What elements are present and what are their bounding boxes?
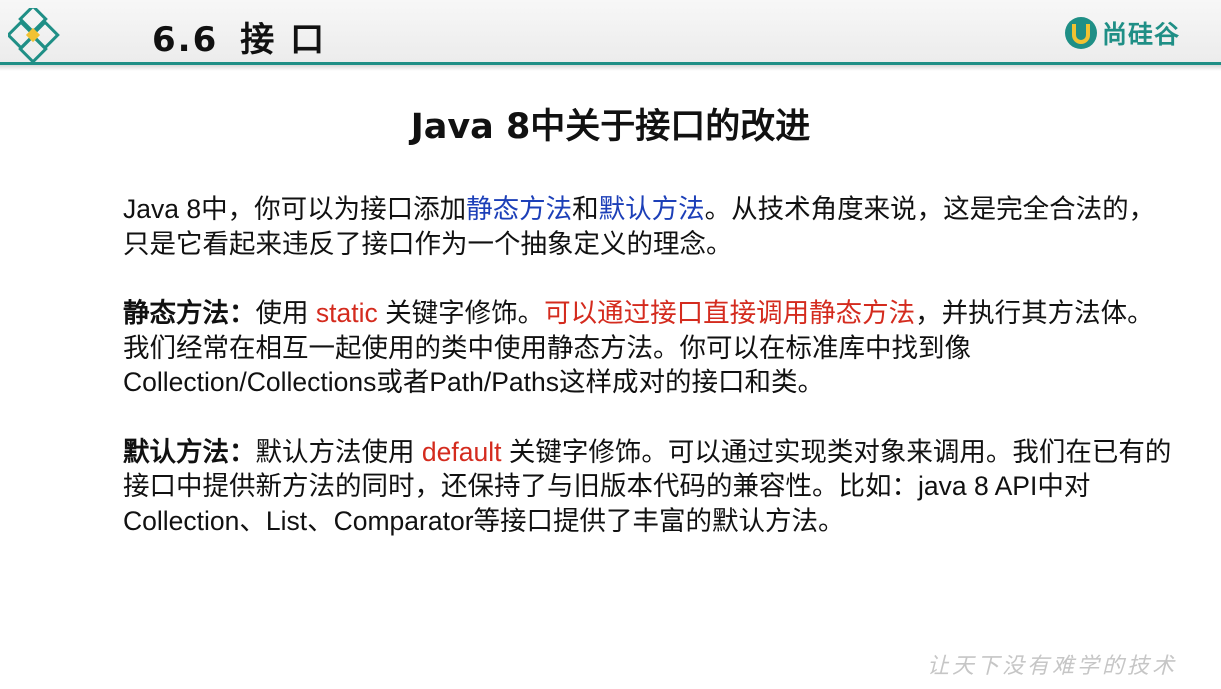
header-bar: 6.6 接 口 尚硅谷 <box>0 0 1221 64</box>
diamond-logo-icon <box>8 8 60 64</box>
label-default-methods: 默认方法： <box>123 436 256 467</box>
paragraph-intro: Java 8中，你可以为接口添加静态方法和默认方法。从技术角度来说，这是完全合法… <box>123 192 1173 261</box>
paragraph-static-methods: 静态方法：使用 static 关键字修饰。可以通过接口直接调用静态方法，并执行其… <box>123 296 1173 400</box>
brand-logo: 尚硅谷 <box>1064 13 1180 53</box>
keyword-default: default <box>421 436 502 467</box>
section-number: 6.6 <box>152 20 219 60</box>
u-shield-logo-icon <box>1065 17 1097 49</box>
text-run: 和 <box>572 194 599 224</box>
keyword-static: static <box>315 298 378 328</box>
text-run: 使用 <box>255 298 316 328</box>
section-name: 接 口 <box>240 20 327 60</box>
brand-name: 尚硅谷 <box>1102 20 1181 49</box>
text-run: Java 8中，你可以为接口添加 <box>123 194 467 224</box>
section-title: 6.6 接 口 <box>152 12 326 61</box>
header-shadow <box>0 65 1221 71</box>
highlight-default-methods: 默认方法 <box>598 194 705 224</box>
highlight-static-methods: 静态方法 <box>466 194 573 224</box>
label-static-methods: 静态方法： <box>123 298 256 328</box>
highlight-call-static: 可以通过接口直接调用静态方法 <box>544 298 916 328</box>
text-run: 关键字修饰。 <box>377 298 545 328</box>
slide-body: Java 8中，你可以为接口添加静态方法和默认方法。从技术角度来说，这是完全合法… <box>123 192 1173 538</box>
paragraph-default-methods: 默认方法：默认方法使用 default 关键字修饰。可以通过实现类对象来调用。我… <box>123 435 1173 539</box>
slide-title: Java 8中关于接口的改进 <box>410 107 811 147</box>
watermark-slogan: 让天下没有难学的技术 <box>927 654 1178 679</box>
text-run: 默认方法使用 <box>255 436 422 467</box>
